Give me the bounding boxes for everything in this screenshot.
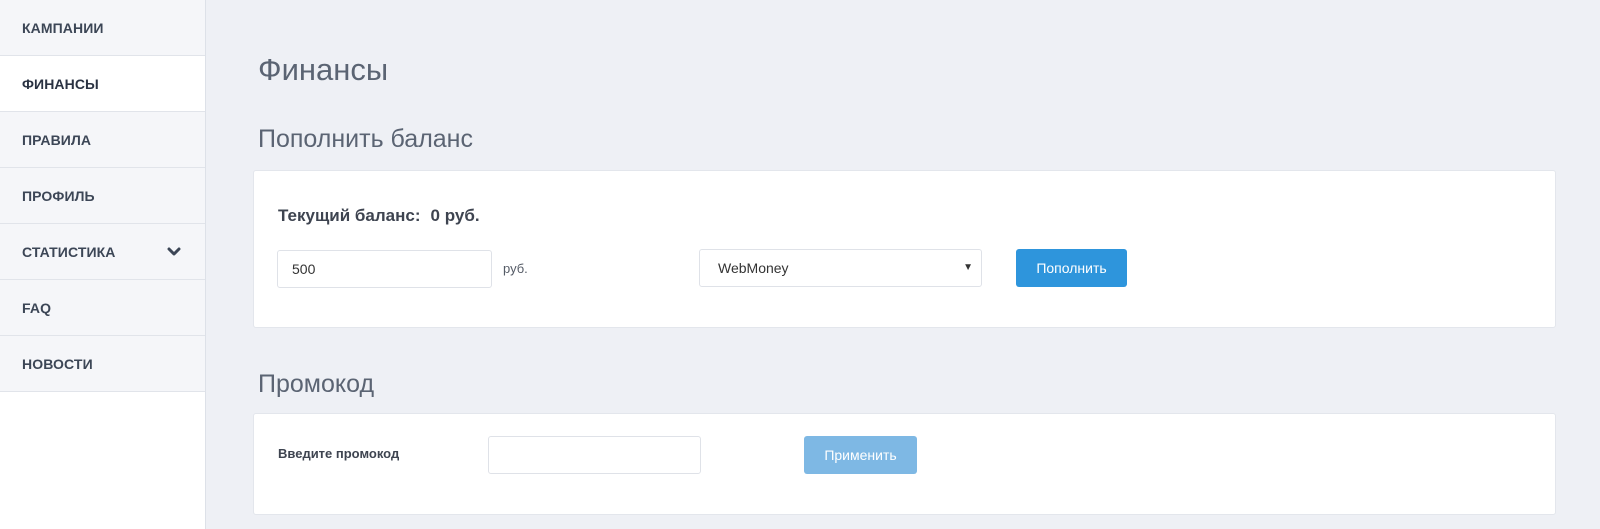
payment-method-select[interactable]: WebMoney ▼ bbox=[699, 249, 982, 287]
promo-card: Введите промокод Применить bbox=[253, 413, 1556, 515]
sidebar-item-label: ФИНАНСЫ bbox=[22, 76, 99, 92]
amount-unit-label: руб. bbox=[503, 261, 528, 276]
payment-method-value: WebMoney bbox=[718, 260, 789, 276]
sidebar-item-label: ПРАВИЛА bbox=[22, 132, 92, 148]
apply-promo-button[interactable]: Применить bbox=[804, 436, 917, 474]
chevron-down-icon[interactable] bbox=[167, 224, 181, 280]
sidebar-item-label: ПРОФИЛЬ bbox=[22, 188, 95, 204]
sidebar-item-label: КАМПАНИИ bbox=[22, 20, 104, 36]
caret-down-icon: ▼ bbox=[963, 262, 973, 273]
sidebar-item-label: НОВОСТИ bbox=[22, 356, 93, 372]
topup-section-title: Пополнить баланс bbox=[258, 125, 473, 153]
sidebar-item-campaigns[interactable]: КАМПАНИИ bbox=[0, 0, 205, 56]
current-balance: Текущий баланс: 0 руб. bbox=[278, 206, 480, 226]
sidebar-item-news[interactable]: НОВОСТИ bbox=[0, 336, 205, 392]
page-title: Финансы bbox=[258, 52, 389, 87]
sidebar-item-rules[interactable]: ПРАВИЛА bbox=[0, 112, 205, 168]
main-content: Финансы Пополнить баланс Текущий баланс:… bbox=[206, 0, 1600, 529]
sidebar-item-label: FAQ bbox=[22, 300, 52, 316]
sidebar-item-label: СТАТИСТИКА bbox=[22, 244, 116, 260]
topup-card: Текущий баланс: 0 руб. руб. WebMoney ▼ По… bbox=[253, 170, 1556, 328]
balance-value: 0 руб. bbox=[430, 206, 480, 225]
sidebar-item-finance[interactable]: ФИНАНСЫ bbox=[0, 56, 205, 112]
promo-field-label: Введите промокод bbox=[278, 446, 400, 461]
sidebar-item-statistics[interactable]: СТАТИСТИКА bbox=[0, 224, 205, 280]
balance-label: Текущий баланс: bbox=[278, 206, 421, 225]
sidebar-empty-area bbox=[0, 392, 205, 529]
sidebar: КАМПАНИИ ФИНАНСЫ ПРАВИЛА ПРОФИЛЬ СТАТИСТ… bbox=[0, 0, 206, 529]
sidebar-item-profile[interactable]: ПРОФИЛЬ bbox=[0, 168, 205, 224]
amount-input[interactable] bbox=[277, 250, 492, 288]
promo-section-title: Промокод bbox=[258, 370, 375, 398]
sidebar-item-faq[interactable]: FAQ bbox=[0, 280, 205, 336]
topup-button[interactable]: Пополнить bbox=[1016, 249, 1127, 287]
promo-code-input[interactable] bbox=[488, 436, 701, 474]
